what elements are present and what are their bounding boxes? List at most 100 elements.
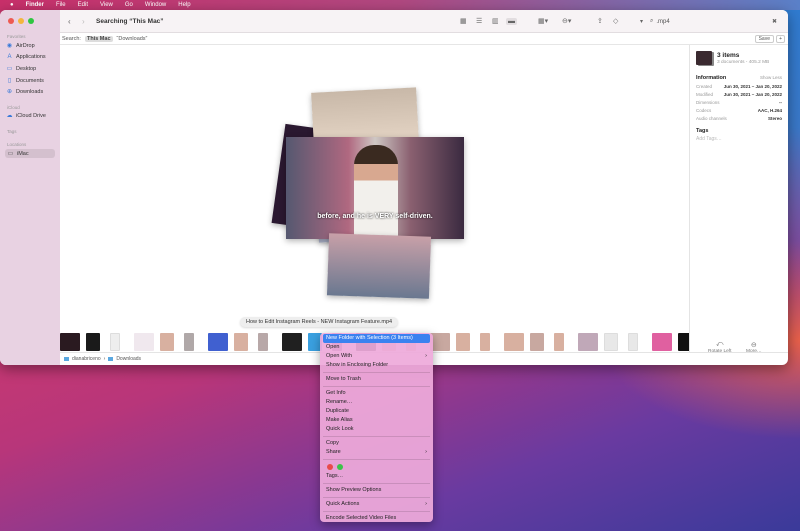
thumbnail[interactable] bbox=[258, 333, 268, 351]
thumbnail[interactable] bbox=[234, 333, 248, 351]
menu-item-encode-video[interactable]: Encode Selected Video Files bbox=[323, 514, 430, 523]
sidebar-item-imac[interactable]: ▭ iMac bbox=[5, 149, 55, 158]
sidebar-item-airdrop[interactable]: ◉ AirDrop bbox=[6, 42, 35, 50]
sidebar-item-label: iMac bbox=[17, 150, 29, 157]
menu-edit[interactable]: Edit bbox=[78, 2, 88, 8]
rotate-left-icon: ⤺ bbox=[715, 341, 724, 348]
close-button[interactable] bbox=[8, 18, 14, 24]
show-less-link[interactable]: Show Less bbox=[760, 75, 782, 81]
filename-tooltip: How to Edit Instagram Reels - NEW Instag… bbox=[240, 317, 399, 327]
group-button[interactable]: ▦▾ bbox=[538, 17, 548, 25]
zoom-button[interactable] bbox=[28, 18, 34, 24]
thumbnail[interactable] bbox=[282, 333, 302, 351]
menu-go[interactable]: Go bbox=[125, 2, 133, 8]
menu-item-show-in-enclosing-folder[interactable]: Show in Enclosing Folder bbox=[323, 361, 430, 370]
menu-item-tags[interactable]: Tags… bbox=[323, 472, 430, 481]
folder-icon bbox=[64, 357, 69, 361]
column-view-button[interactable]: ▥ bbox=[492, 17, 499, 25]
more-chevron-icon[interactable]: ▾ bbox=[640, 18, 643, 25]
locations-heading: Locations bbox=[7, 142, 27, 147]
thumbnail[interactable] bbox=[134, 333, 154, 351]
sidebar-item-applications[interactable]: A Applications bbox=[6, 54, 45, 60]
forward-button[interactable]: › bbox=[82, 17, 85, 26]
clear-search-icon[interactable]: ✖ bbox=[772, 18, 777, 25]
tags-heading: Tags bbox=[696, 128, 709, 134]
imac-icon: ▭ bbox=[7, 151, 14, 157]
menu-window[interactable]: Window bbox=[145, 2, 166, 8]
menu-item-show-preview-options[interactable]: Show Preview Options bbox=[323, 486, 430, 495]
menu-item-open[interactable]: Open bbox=[323, 343, 430, 352]
thumbnail[interactable] bbox=[160, 333, 174, 351]
menu-item-share[interactable]: Share › bbox=[323, 448, 430, 457]
menu-item-duplicate[interactable]: Duplicate bbox=[323, 407, 430, 416]
preview-image-front[interactable]: before, and he is VERY self-driven. bbox=[286, 137, 464, 239]
menu-item-move-to-trash[interactable]: Move to Trash bbox=[323, 375, 430, 384]
tag-red-button[interactable] bbox=[327, 464, 333, 470]
back-button[interactable]: ‹ bbox=[68, 17, 71, 26]
sidebar-item-label: AirDrop bbox=[16, 42, 35, 49]
sidebar-item-downloads[interactable]: ⊕ Downloads bbox=[6, 88, 43, 96]
sidebar-item-documents[interactable]: ▯ Documents bbox=[6, 77, 44, 85]
tag-icon[interactable]: ◇ bbox=[613, 17, 618, 25]
sidebar-item-icloud-drive[interactable]: ☁ iCloud Drive bbox=[6, 112, 46, 120]
thumbnail[interactable] bbox=[430, 333, 450, 351]
preview-image-bottom bbox=[326, 233, 432, 299]
add-criteria-button[interactable]: + bbox=[776, 35, 785, 43]
tags-heading: Tags bbox=[7, 129, 17, 134]
menu-file[interactable]: File bbox=[56, 2, 66, 8]
icon-view-button[interactable]: ▦ bbox=[460, 17, 467, 25]
menu-item-copy[interactable]: Copy bbox=[323, 439, 430, 448]
menu-item-make-alias[interactable]: Make Alias bbox=[323, 416, 430, 425]
menu-view[interactable]: View bbox=[100, 2, 113, 8]
thumbnail[interactable] bbox=[60, 333, 80, 351]
thumbnail[interactable] bbox=[456, 333, 470, 351]
list-view-button[interactable]: ☰ bbox=[476, 17, 482, 25]
thumbnail[interactable] bbox=[110, 333, 120, 351]
thumbnail[interactable] bbox=[604, 333, 618, 351]
thumbnail[interactable] bbox=[652, 333, 672, 351]
add-tags-field[interactable]: Add Tags… bbox=[696, 136, 782, 142]
menu-item-open-with[interactable]: Open With › bbox=[323, 352, 430, 361]
gallery-view-button[interactable]: ▬ bbox=[506, 17, 517, 25]
apple-menu-icon[interactable]: ● bbox=[10, 2, 14, 8]
information-heading: Information bbox=[696, 75, 727, 81]
thumbnail[interactable] bbox=[504, 333, 524, 351]
scope-downloads[interactable]: “Downloads” bbox=[117, 36, 148, 42]
selection-subtitle: 3 documents - 405.2 MB bbox=[717, 59, 770, 65]
thumbnail[interactable] bbox=[208, 333, 228, 351]
action-button[interactable]: ⊖▾ bbox=[562, 17, 571, 25]
sidebar-item-label: iCloud Drive bbox=[16, 112, 46, 119]
thumbnail[interactable] bbox=[184, 333, 194, 351]
path-item-home[interactable]: dianabriceno bbox=[72, 356, 101, 362]
thumbnail[interactable] bbox=[86, 333, 100, 351]
thumbnail[interactable] bbox=[628, 333, 638, 351]
search-input[interactable]: .mp4 bbox=[656, 19, 669, 25]
favorites-heading: Favorites bbox=[7, 34, 26, 39]
path-item-downloads[interactable]: Downloads bbox=[116, 356, 141, 362]
thumbnail[interactable] bbox=[480, 333, 490, 351]
menu-item-rename[interactable]: Rename… bbox=[323, 398, 430, 407]
menu-item-quick-look[interactable]: Quick Look bbox=[323, 425, 430, 434]
thumbnail[interactable] bbox=[530, 333, 544, 351]
minimize-button[interactable] bbox=[18, 18, 24, 24]
menu-item-new-folder-with-selection[interactable]: New Folder with Selection (3 Items) bbox=[323, 334, 430, 343]
search-scope-bar: Search: This Mac “Downloads” Save + bbox=[60, 33, 788, 45]
menu-item-quick-actions[interactable]: Quick Actions › bbox=[323, 500, 430, 509]
search-field[interactable]: ⌕ .mp4 bbox=[650, 16, 780, 27]
menu-item-get-info[interactable]: Get Info bbox=[323, 389, 430, 398]
icloud-heading: iCloud bbox=[7, 105, 20, 110]
share-icon[interactable]: ⇪ bbox=[597, 17, 603, 25]
tag-green-button[interactable] bbox=[337, 464, 343, 470]
thumbnail[interactable] bbox=[554, 333, 564, 351]
menu-help[interactable]: Help bbox=[178, 2, 190, 8]
save-search-button[interactable]: Save bbox=[754, 35, 774, 43]
scope-this-mac[interactable]: This Mac bbox=[84, 35, 113, 42]
menu-finder[interactable]: Finder bbox=[26, 2, 44, 8]
info-row-created: Created Jun 30, 2021 – Jan 20, 2022 bbox=[696, 84, 782, 89]
sidebar-item-desktop[interactable]: ▭ Desktop bbox=[6, 65, 37, 73]
selection-title: 3 items bbox=[717, 51, 740, 59]
gallery-view: before, and he is VERY self-driven. How … bbox=[60, 45, 692, 352]
info-row-dimensions: Dimensions -- bbox=[696, 100, 782, 105]
context-menu: New Folder with Selection (3 Items) Open… bbox=[320, 333, 433, 522]
thumbnail[interactable] bbox=[578, 333, 598, 351]
